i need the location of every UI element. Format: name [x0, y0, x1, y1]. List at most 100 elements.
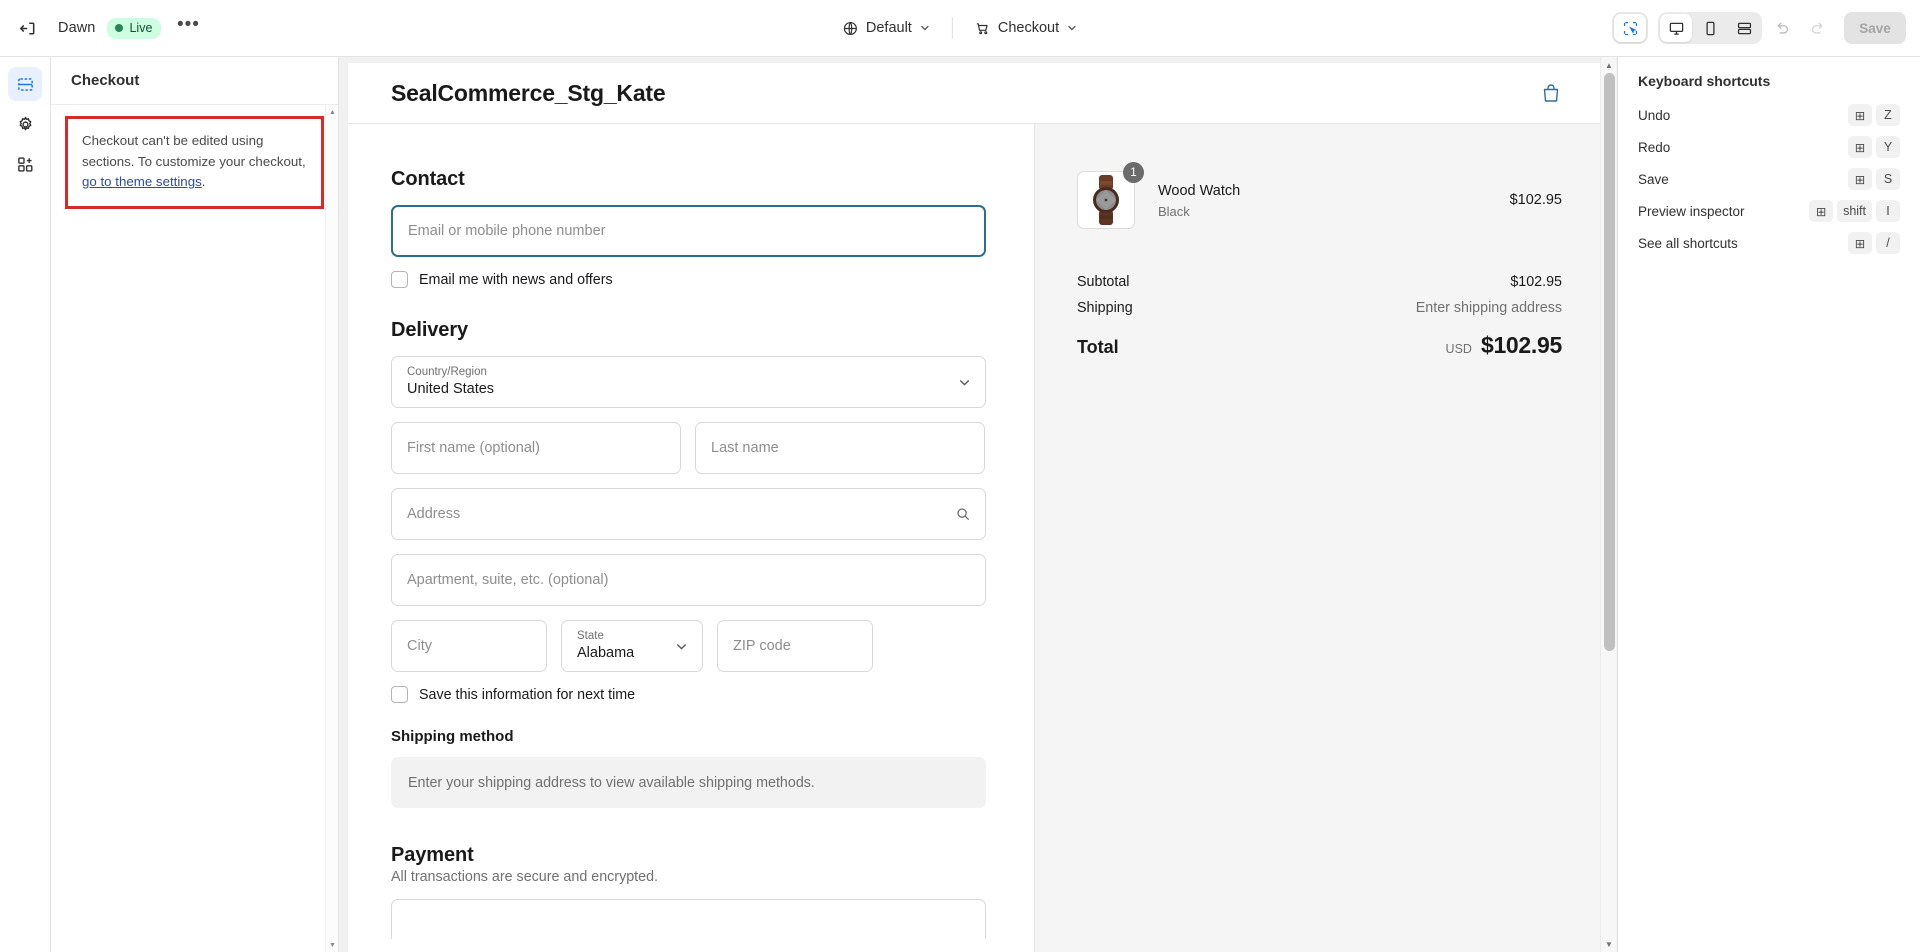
checkout-form: Contact Email or mobile phone number Ema…	[348, 124, 1034, 952]
shortcut-row-undo[interactable]: Undo ⊞ Z	[1632, 99, 1906, 131]
shortcut-label: Preview inspector	[1638, 203, 1745, 219]
more-options-button[interactable]: •••	[171, 11, 205, 45]
email-field[interactable]: Email or mobile phone number	[391, 205, 986, 257]
subtotal-label: Subtotal	[1077, 274, 1130, 290]
globe-icon	[843, 21, 857, 35]
key-cap: Z	[1876, 104, 1900, 126]
preview-scroll-down-icon[interactable]: ▼	[1601, 936, 1617, 952]
contact-heading: Contact	[391, 168, 465, 190]
redo-button[interactable]	[1802, 12, 1834, 44]
shortcut-label: See all shortcuts	[1638, 235, 1738, 251]
key-cap: S	[1876, 168, 1900, 190]
preview-scroll-thumb[interactable]	[1604, 73, 1615, 651]
shortcuts-title: Keyboard shortcuts	[1638, 73, 1771, 89]
last-name-field[interactable]: Last name	[695, 422, 985, 474]
sidebar-item-sections[interactable]	[8, 67, 42, 101]
exit-icon[interactable]	[10, 11, 44, 45]
first-name-field[interactable]: First name (optional)	[391, 422, 681, 474]
keyboard-shortcuts-panel: Keyboard shortcuts Undo ⊞ Z Redo ⊞ Y Sav…	[1617, 57, 1920, 952]
last-name-placeholder: Last name	[711, 440, 779, 456]
shortcut-keys: ⊞ Y	[1848, 136, 1900, 158]
save-info-checkbox-row[interactable]: Save this information for next time	[391, 686, 1034, 703]
gear-icon	[19, 116, 31, 130]
shortcut-row-preview-inspector[interactable]: Preview inspector ⊞ shift I	[1632, 195, 1906, 227]
toolbar-right-group: Save	[1612, 0, 1906, 56]
line-item-thumbnail-wrap: 1	[1077, 162, 1144, 229]
page-selector[interactable]: Checkout	[965, 12, 1087, 44]
city-field[interactable]: City	[391, 620, 547, 672]
checkout-warning-banner: Checkout can't be edited using sections.…	[65, 116, 324, 209]
delivery-heading: Delivery	[391, 319, 469, 341]
preview-scroll-up-icon[interactable]: ▲	[1601, 57, 1617, 73]
search-icon[interactable]	[955, 506, 971, 522]
theme-settings-link[interactable]: go to theme settings	[82, 174, 202, 189]
save-button[interactable]: Save	[1844, 12, 1906, 44]
key-cap: ⊞	[1848, 168, 1872, 190]
payment-method-box[interactable]	[391, 899, 986, 939]
shortcut-row-redo[interactable]: Redo ⊞ Y	[1632, 131, 1906, 163]
shortcut-label: Redo	[1638, 139, 1671, 155]
toolbar-divider	[951, 17, 953, 39]
status-dot-icon	[115, 24, 124, 32]
shortcut-row-save[interactable]: Save ⊞ S	[1632, 163, 1906, 195]
zip-field[interactable]: ZIP code	[717, 620, 873, 672]
shortcut-row-see-all[interactable]: See all shortcuts ⊞ /	[1632, 227, 1906, 259]
city-placeholder: City	[407, 638, 432, 654]
toolbar-left-group: Dawn Live •••	[0, 11, 205, 45]
desktop-view-button[interactable]	[1660, 14, 1692, 42]
checkout-preview-frame: SealCommerce_Stg_Kate Contact Email or m…	[348, 63, 1604, 952]
line-item-quantity: 1	[1123, 162, 1144, 183]
scroll-down-arrow-icon[interactable]: ▼	[326, 938, 339, 952]
payment-heading: Payment	[391, 844, 474, 866]
undo-button[interactable]	[1766, 12, 1798, 44]
key-cap: Y	[1876, 136, 1900, 158]
shipping-method-empty: Enter your shipping address to view avai…	[391, 757, 986, 808]
address-field[interactable]: Address	[391, 488, 986, 540]
line-item-info: Wood Watch Black	[1158, 181, 1510, 219]
total-amount-group: USD $102.95	[1446, 332, 1563, 359]
left-panel-scrollbar[interactable]: ▲ ▼	[325, 105, 338, 952]
total-label: Total	[1077, 337, 1119, 357]
sidebar-item-app-blocks[interactable]	[8, 147, 42, 181]
shortcut-keys: ⊞ /	[1848, 232, 1900, 254]
preview-scrollbar[interactable]: ▲ ▼	[1600, 57, 1616, 952]
sidebar-item-theme-settings[interactable]	[8, 107, 42, 141]
shortcut-label: Save	[1638, 171, 1669, 187]
email-placeholder: Email or mobile phone number	[408, 223, 606, 239]
mobile-icon	[1705, 21, 1715, 35]
top-toolbar: Dawn Live ••• Default Checkout Save	[0, 0, 1920, 57]
save-info-label: Save this information for next time	[419, 686, 636, 703]
line-item-variant: Black	[1158, 204, 1190, 219]
scroll-up-arrow-icon[interactable]: ▲	[326, 105, 339, 119]
newsletter-checkbox[interactable]	[391, 271, 408, 288]
line-item-price: $102.95	[1509, 192, 1562, 208]
chevron-down-icon	[921, 25, 929, 31]
apartment-field[interactable]: Apartment, suite, etc. (optional)	[391, 554, 986, 606]
shipping-method-heading: Shipping method	[391, 728, 514, 745]
toolbar-center-group: Default Checkout	[833, 0, 1087, 56]
inspector-toggle[interactable]	[1614, 14, 1646, 42]
country-select[interactable]: Country/Region United States	[391, 356, 986, 408]
mobile-view-button[interactable]	[1694, 14, 1726, 42]
locale-label: Default	[865, 20, 912, 36]
theme-name: Dawn	[58, 20, 96, 36]
save-info-checkbox[interactable]	[391, 686, 408, 703]
desktop-icon	[1669, 22, 1683, 35]
apartment-placeholder: Apartment, suite, etc. (optional)	[407, 572, 609, 588]
preview-viewport: SealCommerce_Stg_Kate Contact Email or m…	[339, 57, 1619, 952]
country-value: United States	[407, 380, 495, 397]
wood-watch-image	[1093, 175, 1119, 225]
state-select[interactable]: State Alabama	[561, 620, 703, 672]
locale-selector[interactable]: Default	[833, 12, 940, 44]
shortcut-keys: ⊞ Z	[1848, 104, 1900, 126]
key-cap: ⊞	[1848, 232, 1872, 254]
state-label: State	[577, 630, 604, 643]
fullscreen-view-button[interactable]	[1728, 14, 1760, 42]
newsletter-checkbox-row[interactable]: Email me with news and offers	[391, 271, 1034, 288]
chevron-down-icon	[960, 379, 969, 386]
name-row: First name (optional) Last name	[391, 422, 1034, 474]
shopping-bag-icon[interactable]	[1540, 82, 1562, 104]
page-label: Checkout	[997, 20, 1060, 36]
order-summary: 1 Wood Watch Black $102.95 Subtotal $102…	[1034, 124, 1604, 952]
key-cap: /	[1876, 232, 1900, 254]
